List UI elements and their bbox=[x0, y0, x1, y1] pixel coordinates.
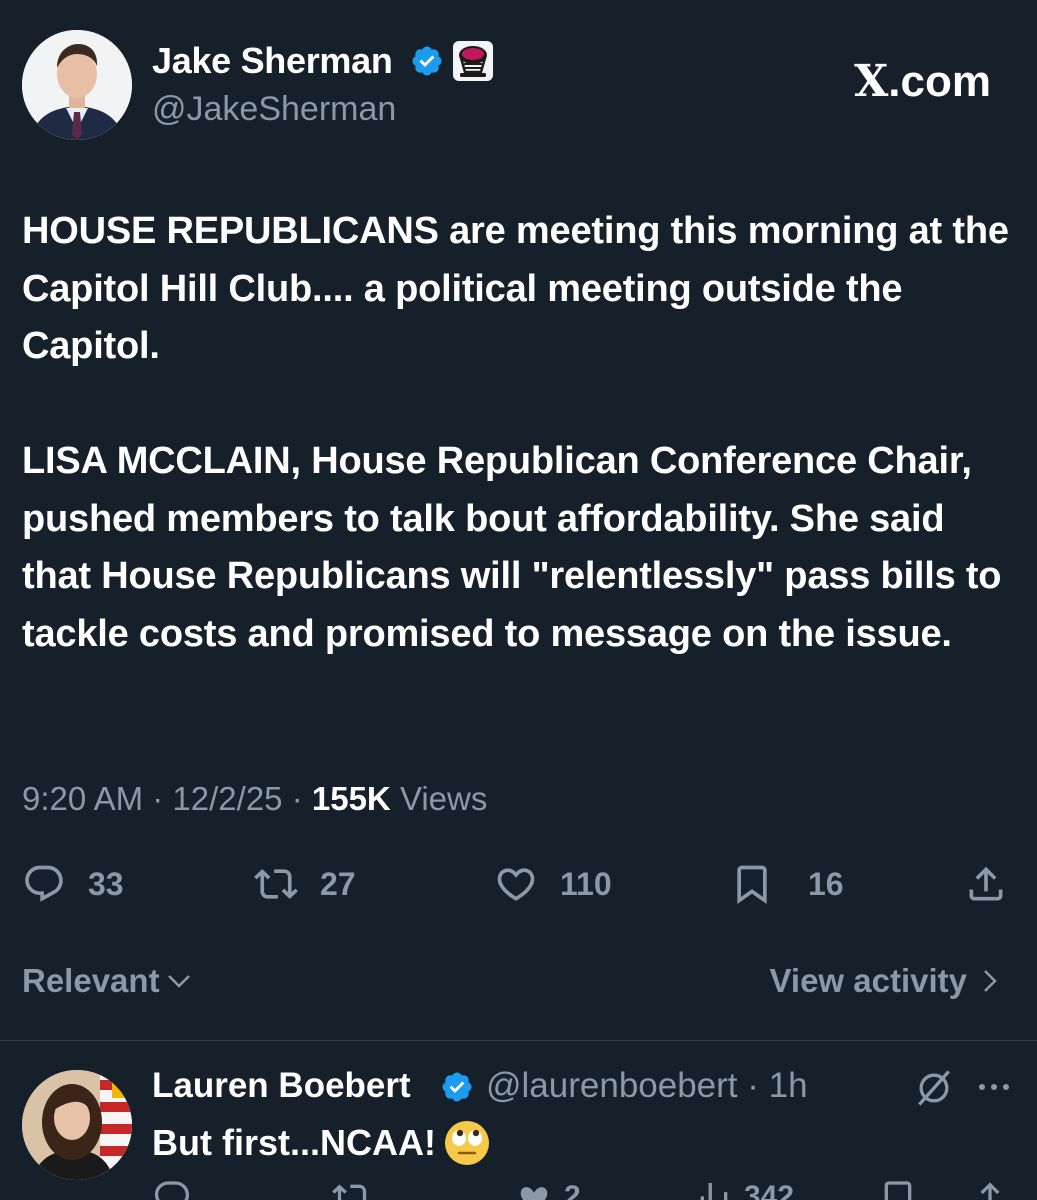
verified-badge-icon bbox=[412, 46, 442, 76]
repost-icon bbox=[332, 1184, 367, 1200]
meta-separator: · bbox=[152, 780, 164, 817]
repost-icon bbox=[254, 869, 298, 899]
reply-views-button[interactable]: 342 bbox=[694, 1178, 794, 1200]
reply-author-avatar[interactable] bbox=[22, 1070, 132, 1180]
bookmark-icon bbox=[884, 1181, 912, 1200]
reply-icon bbox=[154, 1181, 190, 1200]
reply-reply-button[interactable] bbox=[152, 1178, 192, 1200]
sort-label: Relevant bbox=[22, 962, 160, 999]
reply-author-handle[interactable]: @laurenboebert bbox=[486, 1066, 738, 1105]
views-chart-icon bbox=[700, 1183, 728, 1200]
politico-badge-icon bbox=[453, 41, 493, 81]
more-options-icon[interactable] bbox=[972, 1070, 1016, 1104]
face-with-rolling-eyes-icon bbox=[444, 1121, 489, 1165]
views-label: Views bbox=[399, 780, 488, 817]
reply-author-meta: @laurenboebert · 1h bbox=[486, 1066, 808, 1106]
bookmark-button[interactable]: 16 bbox=[730, 860, 844, 908]
author-avatar[interactable] bbox=[22, 30, 132, 140]
meta-separator: · bbox=[291, 780, 303, 817]
bookmark-count: 16 bbox=[808, 865, 844, 902]
heart-icon bbox=[497, 868, 535, 901]
repost-button[interactable]: 27 bbox=[254, 860, 356, 908]
reply-text: But first...NCAA! bbox=[152, 1118, 492, 1168]
reply-text-content: But first...NCAA! bbox=[152, 1122, 436, 1163]
share-button[interactable] bbox=[964, 860, 1008, 908]
repost-count: 27 bbox=[320, 865, 356, 902]
share-icon bbox=[980, 1182, 1000, 1200]
tweet-date[interactable]: 12/2/25 bbox=[172, 780, 282, 817]
brand-suffix: .com bbox=[888, 57, 991, 106]
grok-icon[interactable] bbox=[912, 1066, 956, 1110]
tweet-time[interactable]: 9:20 AM bbox=[22, 780, 143, 817]
reply-button[interactable]: 33 bbox=[22, 860, 124, 908]
bookmark-icon bbox=[737, 865, 767, 905]
reply-bookmark-button[interactable] bbox=[878, 1178, 918, 1200]
view-activity-link[interactable]: View activity bbox=[769, 962, 1005, 1000]
tweet-paragraph: LISA MCCLAIN, House Republican Conferenc… bbox=[22, 440, 1002, 655]
tweet-paragraph: HOUSE REPUBLICANS are meeting this morni… bbox=[22, 210, 1009, 367]
meta-separator: · bbox=[747, 1066, 759, 1105]
reply-count: 33 bbox=[88, 865, 124, 902]
like-button[interactable]: 110 bbox=[494, 860, 612, 908]
author-name[interactable]: Jake Sherman bbox=[152, 40, 393, 82]
reply-like-count: 2 bbox=[564, 1180, 581, 1200]
reply-icon bbox=[25, 865, 63, 902]
divider bbox=[0, 1040, 1037, 1041]
reply-like-button[interactable]: 2 bbox=[514, 1178, 581, 1200]
heart-icon bbox=[520, 1187, 548, 1200]
tweet-text: HOUSE REPUBLICANS are meeting this morni… bbox=[22, 203, 1017, 663]
reply-author-name[interactable]: Lauren Boebert bbox=[152, 1066, 411, 1106]
brand-watermark: X .com bbox=[854, 56, 991, 107]
tweet-meta: 9:20 AM · 12/2/25 · 155K Views bbox=[22, 780, 487, 818]
like-count: 110 bbox=[560, 865, 612, 902]
views-count: 155K bbox=[311, 780, 391, 817]
x-logo-icon: X bbox=[854, 56, 889, 107]
reply-actions: 2 342 bbox=[0, 1178, 1037, 1200]
chevron-right-icon bbox=[984, 970, 997, 992]
reply-repost-button[interactable] bbox=[332, 1178, 372, 1200]
share-icon bbox=[969, 866, 1003, 901]
reply-time[interactable]: 1h bbox=[769, 1066, 808, 1105]
sort-replies-dropdown[interactable]: Relevant bbox=[22, 962, 194, 1000]
reply-views-count: 342 bbox=[744, 1180, 795, 1200]
verified-badge-icon bbox=[442, 1072, 472, 1102]
reply-share-button[interactable] bbox=[970, 1178, 1010, 1200]
view-activity-label: View activity bbox=[769, 962, 967, 999]
chevron-down-icon bbox=[167, 975, 190, 988]
author-handle[interactable]: @JakeSherman bbox=[152, 90, 396, 129]
